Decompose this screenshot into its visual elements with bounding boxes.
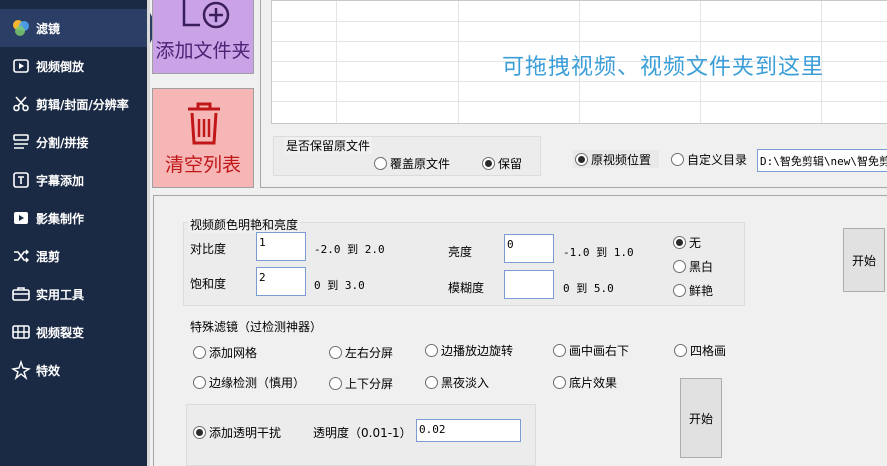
sidebar-item-subtitle[interactable]: 字幕添加 (0, 161, 147, 199)
sidebar-item-split[interactable]: 分割/拼接 (0, 123, 147, 161)
special-filters-title: 特殊滤镜（过检测神器） (188, 318, 325, 335)
add-folder-label: 添加文件夹 (155, 40, 251, 62)
sidebar-item-tools[interactable]: 实用工具 (0, 275, 147, 313)
brightness-label: 亮度 (448, 245, 473, 259)
radio-pip[interactable]: 画中画右下 (553, 341, 629, 359)
sidebar-item-fission[interactable]: 视频裂变 (0, 313, 147, 351)
saturation-input[interactable]: 2 (256, 267, 306, 296)
clear-list-label: 清空列表 (164, 154, 241, 176)
contrast-input[interactable]: 1 (256, 232, 306, 261)
subtitle-icon (10, 169, 32, 191)
toolbox-icon (10, 283, 32, 305)
color-adjust-title: 视频颜色明艳和亮度 (188, 216, 301, 233)
active-indicator (137, 9, 147, 47)
add-folder-button[interactable]: 添加文件夹 (152, 0, 254, 74)
blur-label: 模糊度 (448, 281, 485, 295)
sidebar-item-cut[interactable]: 剪辑/封面/分辨率 (0, 85, 147, 123)
sidebar-item-label: 混剪 (36, 249, 61, 264)
sidebar-item-label: 视频裂变 (36, 325, 85, 340)
radio-keep[interactable]: 保留 (482, 154, 522, 172)
contrast-label: 对比度 (190, 242, 227, 256)
radio-custom-dir[interactable]: 自定义目录 (671, 150, 747, 168)
radio-four-grid[interactable]: 四格画 (674, 341, 726, 359)
sidebar-item-filter[interactable]: 滤镜 (0, 9, 147, 47)
play-reverse-icon (10, 55, 32, 77)
radio-ud-split[interactable]: 上下分屏 (329, 374, 393, 392)
sidebar-item-album[interactable]: 影集制作 (0, 199, 147, 237)
scissors-icon (10, 93, 32, 115)
contrast-range: -2.0 到 2.0 (314, 243, 385, 256)
brightness-input[interactable]: 0 (504, 234, 554, 263)
filter-icon (10, 17, 32, 39)
split-video-icon (10, 321, 32, 343)
clear-list-button[interactable]: 清空列表 (152, 88, 254, 188)
divider (147, 0, 150, 466)
radio-mode-none[interactable]: 无 (673, 233, 701, 251)
sidebar-item-label: 字幕添加 (36, 173, 85, 188)
sidebar-item-label: 影集制作 (36, 211, 85, 226)
sidebar-item-label: 滤镜 (36, 21, 61, 36)
keep-original-title: 是否保留原文件 (284, 137, 373, 154)
color-start-button[interactable]: 开始 (843, 228, 885, 292)
sidebar-item-label: 实用工具 (36, 287, 85, 302)
radio-overwrite[interactable]: 覆盖原文件 (374, 154, 450, 172)
output-path-input[interactable]: D:\智免剪辑\new\智免剪 (757, 149, 887, 172)
radio-mode-vivid[interactable]: 鲜艳 (673, 281, 713, 299)
saturation-range: 0 到 3.0 (314, 279, 365, 292)
saturation-label: 饱和度 (190, 277, 227, 291)
radio-edge-detect[interactable]: 边缘检测（慎用） (193, 373, 305, 391)
radio-mode-bw[interactable]: 黑白 (673, 257, 713, 275)
special-start-button[interactable]: 开始 (680, 378, 722, 458)
radio-transparent[interactable]: 添加透明干扰 (193, 423, 281, 441)
opacity-input[interactable]: 0.02 (416, 419, 521, 442)
split-icon (10, 131, 32, 153)
sidebar-item-label: 分割/拼接 (36, 135, 89, 150)
blur-range: 0 到 5.0 (563, 282, 614, 295)
sparkle-icon (10, 359, 32, 381)
radio-rotate[interactable]: 边播放边旋转 (425, 341, 513, 359)
sidebar-item-effects[interactable]: 特效 (0, 351, 147, 389)
radio-lr-split[interactable]: 左右分屏 (329, 343, 393, 361)
sidebar-item-mix[interactable]: 混剪 (0, 237, 147, 275)
album-icon (10, 207, 32, 229)
shuffle-icon (10, 245, 32, 267)
blur-input[interactable] (504, 270, 554, 299)
file-drop-zone[interactable]: 可拖拽视频、视频文件夹到这里 (271, 0, 887, 124)
radio-negative[interactable]: 底片效果 (553, 373, 617, 391)
radio-add-grid[interactable]: 添加网格 (193, 343, 257, 361)
sidebar-item-reverse[interactable]: 视频倒放 (0, 47, 147, 85)
trash-icon (188, 102, 220, 145)
add-folder-icon (182, 0, 230, 29)
sidebar-item-label: 视频倒放 (36, 59, 85, 74)
sidebar-item-label: 剪辑/封面/分辨率 (36, 97, 129, 112)
radio-night-fade[interactable]: 黑夜淡入 (425, 373, 489, 391)
radio-original-location[interactable]: 原视频位置 (573, 150, 660, 168)
brightness-range: -1.0 到 1.0 (563, 246, 634, 259)
drop-hint: 可拖拽视频、视频文件夹到这里 (502, 55, 825, 80)
sidebar: 滤镜 视频倒放 剪辑/封面/分辨率 分割/拼接 字幕添加 影集制作 混剪 实用工… (0, 0, 147, 466)
sidebar-item-label: 特效 (36, 363, 61, 378)
opacity-label: 透明度（0.01-1） (313, 426, 412, 440)
